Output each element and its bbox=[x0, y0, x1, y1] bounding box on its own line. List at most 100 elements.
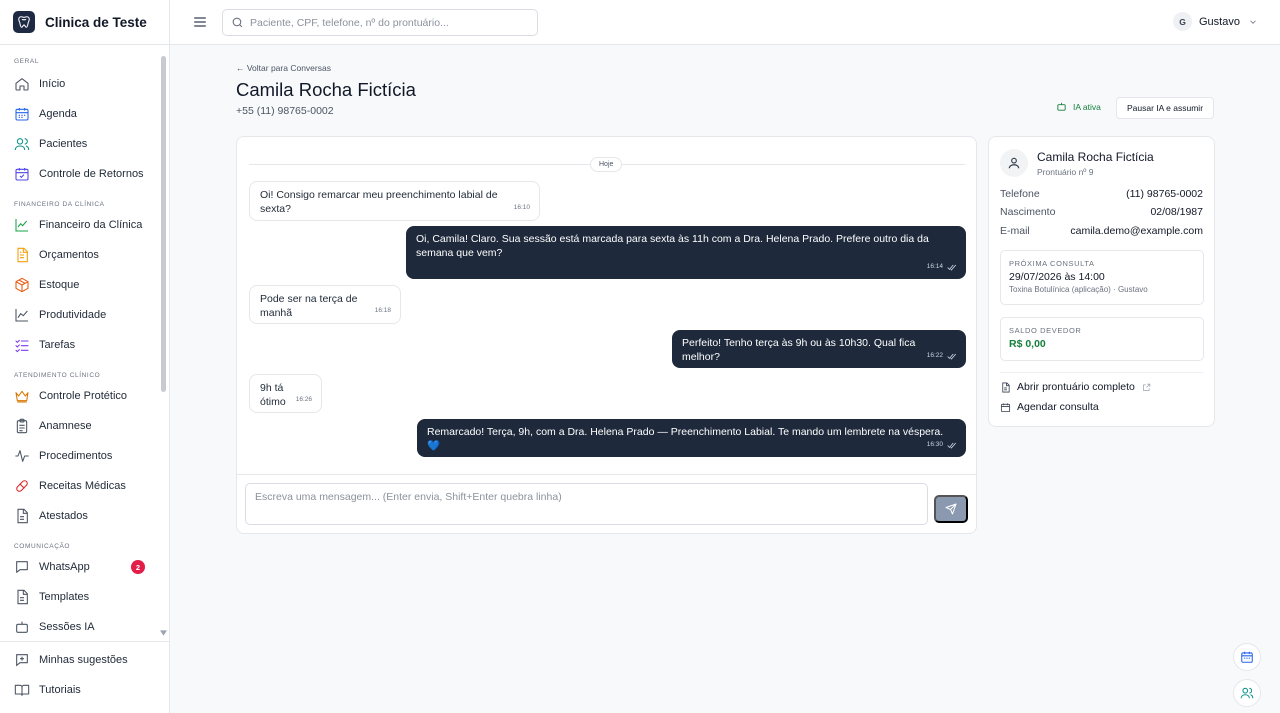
sidebar-item-label: Anamnese bbox=[39, 420, 92, 432]
sidebar-item-label: Início bbox=[39, 78, 66, 90]
file-text-icon bbox=[17, 508, 28, 524]
search-box[interactable] bbox=[222, 9, 538, 36]
balance-box: SALDO DEVEDOR R$ 0,00 bbox=[1000, 317, 1204, 361]
trending-up-icon bbox=[15, 219, 28, 232]
sidebar-item-controle-protetico[interactable]: Controle Protético bbox=[0, 381, 160, 411]
sidebar-item-label: Atestados bbox=[39, 510, 88, 522]
sidebar-item-templates[interactable]: Templates bbox=[0, 582, 160, 612]
sidebar-item-produtividade[interactable]: Produtividade bbox=[0, 300, 160, 330]
nav-section-title: COMUNICAÇÃO bbox=[14, 543, 71, 550]
back-to-conversations-link[interactable]: ← Voltar para Conversas bbox=[236, 63, 331, 73]
sidebar-item-procedimentos[interactable]: Procedimentos bbox=[0, 441, 160, 471]
search-icon bbox=[232, 17, 243, 28]
sidebar-item-label: Minhas sugestões bbox=[39, 654, 128, 666]
bot-icon bbox=[16, 621, 28, 633]
message-time: 16:10 bbox=[513, 204, 530, 211]
message-bubble-outgoing: Perfeito! Tenho terça às 9h ou às 10h30.… bbox=[672, 330, 966, 368]
sidebar-item-retornos[interactable]: Controle de Retornos bbox=[0, 159, 160, 189]
message-time: 16:14 bbox=[927, 260, 957, 274]
checklist-icon bbox=[15, 339, 29, 353]
sidebar-item-anamnese[interactable]: Anamnese bbox=[0, 411, 160, 441]
scrollbar-thumb[interactable] bbox=[161, 56, 166, 392]
nav-section-title: FINANCEIRO DA CLÍNICA bbox=[14, 201, 105, 208]
message-input[interactable]: Escreva uma mensagem... (Enter envia, Sh… bbox=[245, 483, 928, 525]
message-input-placeholder: Escreva uma mensagem... (Enter envia, Sh… bbox=[255, 491, 562, 503]
field-value: camila.demo@example.com bbox=[1070, 225, 1203, 237]
sidebar-item-tutoriais[interactable]: Tutoriais bbox=[0, 675, 169, 705]
scroll-down-arrow-icon[interactable] bbox=[160, 630, 167, 636]
sidebar-bottom: Minhas sugestões Tutoriais bbox=[0, 641, 169, 705]
sidebar-item-estoque[interactable]: Estoque bbox=[0, 270, 160, 300]
sidebar-item-agenda[interactable]: Agenda bbox=[0, 99, 160, 129]
bot-icon bbox=[1057, 102, 1066, 111]
balance-value: R$ 0,00 bbox=[1009, 338, 1046, 350]
message-text: 9h tá ótimo bbox=[260, 382, 286, 408]
field-value: (11) 98765-0002 bbox=[1126, 188, 1203, 200]
message-text: Remarcado! Terça, 9h, com a Dra. Helena … bbox=[427, 426, 944, 452]
activity-icon bbox=[15, 450, 29, 462]
sidebar-item-label: Financeiro da Clínica bbox=[39, 219, 143, 231]
send-button[interactable] bbox=[934, 495, 968, 523]
sidebar-item-sessoes-ia[interactable]: Sessões IA bbox=[0, 612, 160, 640]
sidebar-item-label: Produtividade bbox=[39, 309, 107, 321]
message-time: 16:18 bbox=[374, 307, 391, 314]
sidebar-item-label: WhatsApp bbox=[39, 561, 90, 573]
sidebar-item-label: Procedimentos bbox=[39, 450, 113, 462]
field-label: E-mail bbox=[1000, 225, 1030, 237]
message-time: 16:30 bbox=[927, 438, 957, 452]
schedule-appointment-link[interactable]: Agendar consulta bbox=[1000, 401, 1099, 413]
sidebar-item-label: Controle de Retornos bbox=[39, 168, 144, 180]
sidebar-item-whatsapp[interactable]: WhatsApp 2 bbox=[0, 552, 160, 582]
sidebar-item-pacientes[interactable]: Pacientes bbox=[0, 129, 160, 159]
ia-status-indicator: IA ativa bbox=[1056, 101, 1101, 112]
next-appointment-box: PRÓXIMA CONSULTA 29/07/2026 às 14:00 Tox… bbox=[1000, 250, 1204, 305]
nav-section-title: ATENDIMENTO CLÍNICO bbox=[14, 372, 101, 379]
suggestion-icon bbox=[16, 654, 28, 667]
pause-ia-button[interactable]: Pausar IA e assumir bbox=[1116, 97, 1214, 119]
sidebar-item-orcamentos[interactable]: Orçamentos bbox=[0, 240, 160, 270]
balance-label: SALDO DEVEDOR bbox=[1009, 326, 1082, 335]
open-record-label: Abrir prontuário completo bbox=[1017, 381, 1135, 393]
sidebar-item-label: Sessões IA bbox=[39, 621, 95, 633]
search-input[interactable] bbox=[250, 16, 530, 29]
open-record-link[interactable]: Abrir prontuário completo bbox=[1000, 381, 1157, 393]
sidebar-item-tarefas[interactable]: Tarefas bbox=[0, 330, 160, 360]
external-link-icon bbox=[1143, 383, 1151, 391]
sidebar-item-receitas[interactable]: Receitas Médicas bbox=[0, 471, 160, 501]
patient-field-row: Nascimento 02/08/1987 bbox=[1000, 206, 1203, 218]
users-icon bbox=[1240, 687, 1254, 699]
patient-field-row: Telefone (11) 98765-0002 bbox=[1000, 188, 1203, 200]
floating-calendar-button[interactable] bbox=[1233, 643, 1261, 671]
field-label: Telefone bbox=[1000, 188, 1040, 200]
hamburger-menu-icon[interactable] bbox=[192, 14, 208, 30]
message-bubble-outgoing: Oi, Camila! Claro. Sua sessão está marca… bbox=[406, 226, 966, 279]
sidebar-item-atestados[interactable]: Atestados bbox=[0, 501, 160, 531]
sidebar-item-inicio[interactable]: Início bbox=[0, 69, 160, 99]
calendar-icon bbox=[1000, 402, 1011, 412]
user-menu[interactable]: G Gustavo bbox=[1173, 12, 1258, 31]
clipboard-icon bbox=[16, 418, 28, 434]
next-appointment-label: PRÓXIMA CONSULTA bbox=[1009, 259, 1095, 268]
pill-icon bbox=[16, 480, 28, 492]
brand[interactable]: Clinica de Teste bbox=[0, 0, 169, 45]
nav-scroll-area[interactable]: GERAL Início Agenda Pacientes Controle d… bbox=[0, 46, 160, 640]
book-icon bbox=[14, 684, 30, 696]
users-icon bbox=[14, 138, 30, 151]
tooth-logo-icon bbox=[13, 11, 35, 33]
sidebar-item-label: Pacientes bbox=[39, 138, 88, 150]
next-appointment-detail: Toxina Botulínica (aplicação) · Gustavo bbox=[1009, 285, 1148, 294]
schedule-appointment-label: Agendar consulta bbox=[1017, 401, 1099, 413]
day-label: Hoje bbox=[590, 157, 623, 172]
sidebar-item-financeiro[interactable]: Financeiro da Clínica bbox=[0, 210, 160, 240]
chat-icon bbox=[16, 561, 28, 573]
sidebar-item-sugestoes[interactable]: Minhas sugestões bbox=[0, 645, 169, 675]
floating-patients-button[interactable] bbox=[1233, 679, 1261, 707]
message-bubble-incoming: Pode ser na terça de manhã 16:18 bbox=[249, 285, 401, 324]
double-check-icon bbox=[947, 353, 957, 360]
composer-divider bbox=[237, 474, 976, 475]
send-icon bbox=[945, 503, 957, 515]
patient-phone: +55 (11) 98765-0002 bbox=[236, 105, 334, 117]
field-value: 02/08/1987 bbox=[1150, 206, 1203, 218]
user-icon bbox=[1008, 157, 1020, 169]
sidebar-scrollbar[interactable] bbox=[160, 54, 167, 640]
